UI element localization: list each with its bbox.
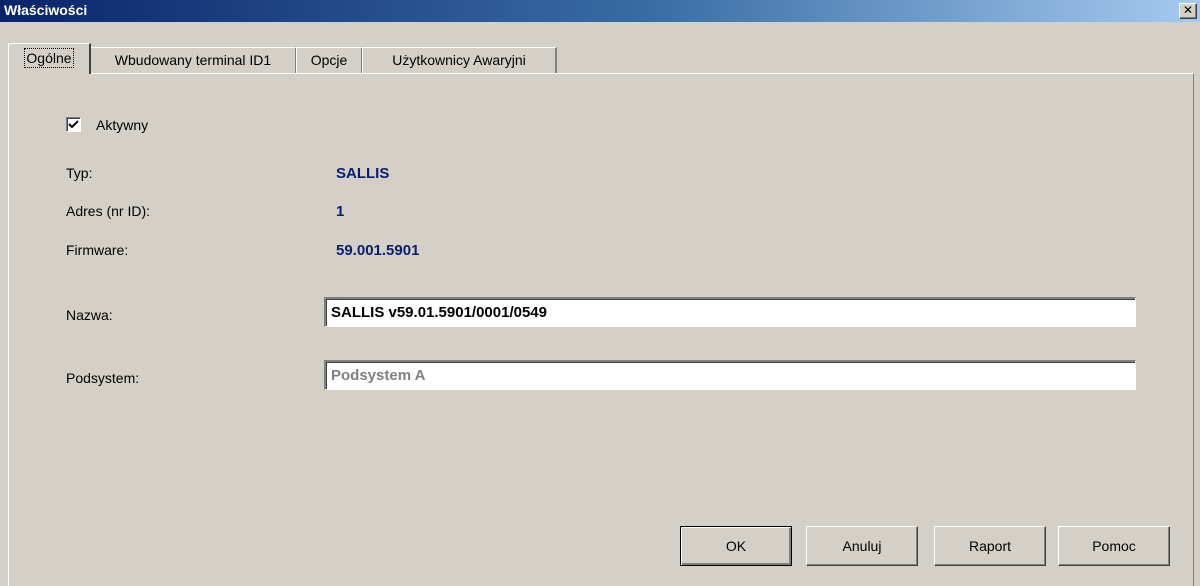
cancel-button[interactable]: Anuluj <box>806 526 918 566</box>
tab-built-in-terminal[interactable]: Wbudowany terminal ID1 <box>90 47 297 74</box>
type-label: Typ: <box>66 165 93 181</box>
close-button[interactable]: ✕ <box>1179 3 1197 19</box>
help-button[interactable]: Pomoc <box>1058 526 1170 566</box>
tab-options-label: Opcje <box>310 52 348 68</box>
subsystem-label: Podsystem: <box>66 370 140 386</box>
tab-emergency-users[interactable]: Użytkownicy Awaryjni <box>362 47 557 74</box>
tab-options[interactable]: Opcje <box>296 47 363 74</box>
tab-panel-general <box>8 73 1194 586</box>
report-button[interactable]: Raport <box>934 526 1046 566</box>
address-label: Adres (nr ID): <box>66 203 151 219</box>
address-value: 1 <box>336 203 345 220</box>
ok-button[interactable]: OK <box>680 526 792 566</box>
tab-general-label: Ogólne <box>24 48 74 68</box>
properties-dialog: Właściwości ✕ Ogólne Wbudowany terminal … <box>0 0 1200 586</box>
name-field[interactable]: SALLIS v59.01.5901/0001/0549 <box>324 297 1136 327</box>
subsystem-field[interactable]: Podsystem A <box>324 360 1136 390</box>
checkmark-icon <box>68 120 79 129</box>
tab-general[interactable]: Ogólne <box>8 43 91 74</box>
title-bar: Właściwości ✕ <box>0 0 1200 22</box>
active-checkbox-label[interactable]: Aktywny <box>96 117 148 133</box>
tab-built-in-terminal-label: Wbudowany terminal ID1 <box>114 52 272 68</box>
tab-emergency-users-label: Użytkownicy Awaryjni <box>392 52 526 68</box>
close-icon: ✕ <box>1182 3 1194 17</box>
name-label: Nazwa: <box>66 307 113 323</box>
type-value: SALLIS <box>336 165 390 182</box>
window-title: Właściwości <box>4 2 88 18</box>
firmware-label: Firmware: <box>66 242 129 258</box>
firmware-value: 59.001.5901 <box>336 242 420 259</box>
active-checkbox[interactable] <box>66 117 81 132</box>
